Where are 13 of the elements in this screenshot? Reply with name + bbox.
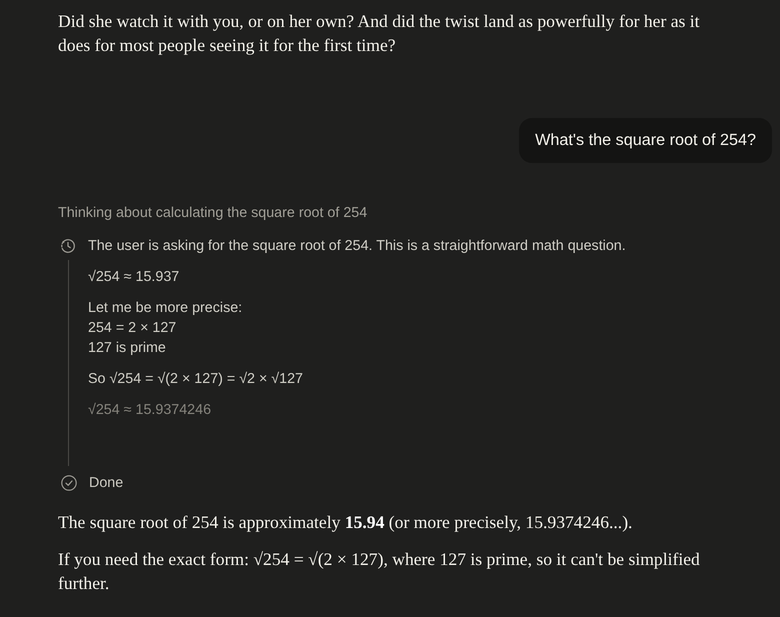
thinking-text: Let me be more precise: 254 = 2 × 127 127 is prime: [88, 299, 244, 358]
thinking-text: √254 ≈ 15.9374246: [88, 401, 212, 420]
thinking-text: So √254 = √(2 × 127) = √2 × √127: [88, 370, 304, 389]
response-paragraph: If you need the exact form: √254 = √(2 × 127), where 127 is prime, so it can't be simplified further.: [58, 548, 701, 595]
thinking-text: √254 ≈ 15.937: [88, 268, 180, 287]
clock-icon: [60, 238, 76, 254]
response-paragraph: The square root of 254 is approximately 15.94 (or more precisely, 15.9374246...).: [58, 511, 634, 534]
thinking-toggle[interactable]: Thinking about calculating the square root of 254: [58, 203, 368, 223]
thinking-text: The user is asking for the square root of 254. This is a straightforward math question.: [88, 237, 626, 256]
status-label: Done: [89, 474, 124, 493]
response-paragraph: Did she watch it with you, or on her own? And did the twist land as powerfully for her as it does for most people seeing it for the first time?: [58, 10, 701, 57]
user-message: What's the square root of 254?: [519, 118, 772, 163]
check-circle-icon: [61, 475, 77, 491]
